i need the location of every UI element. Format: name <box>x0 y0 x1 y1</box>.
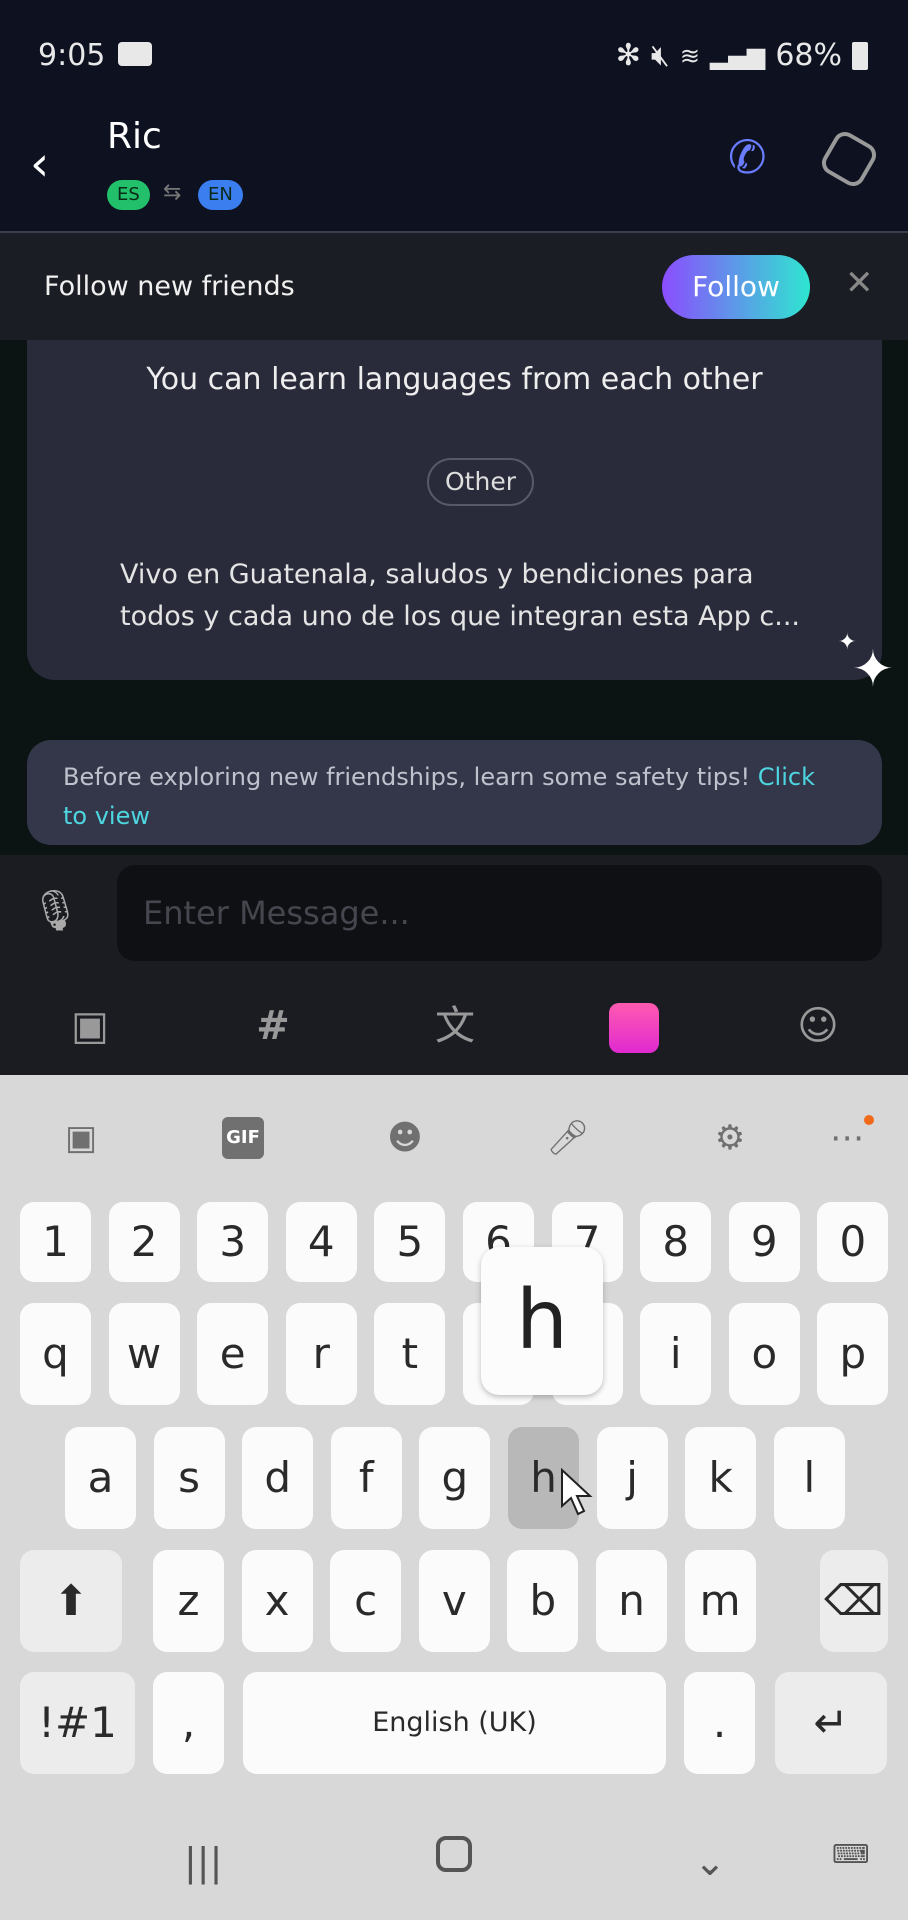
key-p[interactable]: p <box>817 1303 889 1405</box>
mic-icon[interactable]: 🎤︎ <box>543 1113 593 1163</box>
follow-text: Follow new friends <box>44 271 295 302</box>
key-z[interactable]: z <box>153 1550 224 1652</box>
key-s[interactable]: s <box>153 1427 225 1529</box>
key-2[interactable]: 2 <box>108 1202 180 1282</box>
chat-area: You can learn languages from each other … <box>0 340 908 855</box>
status-time: 9:05 <box>38 38 106 73</box>
key-3[interactable]: 3 <box>197 1202 269 1282</box>
battery-percent: 68% <box>775 38 842 73</box>
interest-chip: Other <box>427 458 534 506</box>
gif-icon[interactable]: GIF <box>222 1117 264 1159</box>
chat-header: ‹ Ric ES ⇆ EN ✆ <box>0 100 908 233</box>
follow-button[interactable]: Follow <box>662 255 810 319</box>
sticker-icon[interactable]: ▣ <box>56 1113 106 1163</box>
signal-icon: ▂▄▆ <box>709 41 766 70</box>
comma-key[interactable]: , <box>153 1672 224 1774</box>
status-bar: 9:05 ✻ 🔇︎ ≋ ▂▄▆ 68% <box>0 0 908 100</box>
key-0[interactable]: 0 <box>817 1202 889 1282</box>
settings-icon[interactable] <box>817 127 881 191</box>
backspace-key[interactable]: ⌫ <box>820 1550 888 1652</box>
key-preview-popup: h <box>481 1247 603 1395</box>
nav-bar: ||| ⌄ ⌨ <box>0 1810 908 1920</box>
hashtag-icon[interactable]: # <box>245 998 301 1054</box>
key-w[interactable]: w <box>108 1303 180 1405</box>
key-r[interactable]: r <box>285 1303 357 1405</box>
mute-icon: 🔇︎ <box>650 38 670 73</box>
safety-text: Before exploring new friendships, learn … <box>63 763 758 791</box>
home-icon[interactable] <box>436 1836 472 1872</box>
key-4[interactable]: 4 <box>285 1202 357 1282</box>
card-title: You can learn languages from each other <box>146 362 763 397</box>
profile-card: You can learn languages from each other … <box>27 340 882 680</box>
key-8[interactable]: 8 <box>640 1202 712 1282</box>
gift-icon[interactable] <box>609 1003 659 1053</box>
call-icon[interactable]: ✆ <box>728 130 767 184</box>
message-input[interactable] <box>117 865 882 961</box>
key-t[interactable]: t <box>374 1303 446 1405</box>
wifi-icon: ≋ <box>679 41 700 70</box>
hide-keyboard-icon[interactable]: ⌄ <box>694 1840 726 1884</box>
key-n[interactable]: n <box>596 1550 667 1652</box>
key-c[interactable]: c <box>330 1550 402 1652</box>
key-j[interactable]: j <box>596 1427 668 1529</box>
bluetooth-icon: ✻ <box>615 38 641 73</box>
lang-badge-from: ES <box>107 180 150 210</box>
key-o[interactable]: o <box>728 1303 800 1405</box>
mouse-cursor-icon <box>561 1468 593 1516</box>
notification-dot <box>864 1115 874 1125</box>
battery-icon <box>852 41 868 70</box>
follow-banner: Follow new friends Follow ✕ <box>0 233 908 340</box>
period-key[interactable]: . <box>684 1672 755 1774</box>
symbols-key[interactable]: !#1 <box>20 1672 135 1774</box>
key-i[interactable]: i <box>640 1303 712 1405</box>
translate-icon[interactable]: 文 <box>427 998 483 1054</box>
key-g[interactable]: g <box>419 1427 491 1529</box>
key-e[interactable]: e <box>197 1303 269 1405</box>
lang-badge-to: EN <box>198 180 243 210</box>
key-f[interactable]: f <box>330 1427 402 1529</box>
profile-bio: Vivo en Guatenala, saludos y bendiciones… <box>120 559 801 632</box>
space-key[interactable]: English (UK) <box>243 1672 666 1774</box>
voice-icon[interactable]: 🎙︎ <box>30 887 81 934</box>
safety-tip: Before exploring new friendships, learn … <box>27 740 882 845</box>
key-a[interactable]: a <box>65 1427 136 1529</box>
contact-name: Ric <box>107 116 162 157</box>
gear-icon[interactable]: ⚙ <box>705 1113 755 1163</box>
key-1[interactable]: 1 <box>20 1202 91 1282</box>
key-9[interactable]: 9 <box>728 1202 800 1282</box>
key-5[interactable]: 5 <box>374 1202 446 1282</box>
back-icon[interactable]: ‹ <box>30 136 49 192</box>
key-q[interactable]: q <box>20 1303 91 1405</box>
emoji-icon[interactable]: ☻ <box>380 1113 430 1163</box>
video-record-icon <box>118 42 152 66</box>
recent-apps-icon[interactable]: ||| <box>184 1840 222 1884</box>
key-l[interactable]: l <box>773 1427 845 1529</box>
key-d[interactable]: d <box>242 1427 314 1529</box>
key-k[interactable]: k <box>685 1427 757 1529</box>
sticker-icon[interactable]: ☺ <box>790 998 846 1054</box>
sparkle-icon: ✦ <box>852 640 894 698</box>
close-icon[interactable]: ✕ <box>845 263 874 303</box>
key-v[interactable]: v <box>418 1550 490 1652</box>
image-icon[interactable]: ▣ <box>62 998 118 1054</box>
keyboard-switch-icon[interactable]: ⌨ <box>832 1840 870 1870</box>
key-x[interactable]: x <box>241 1550 313 1652</box>
shift-key[interactable]: ⬆ <box>20 1550 122 1652</box>
composer: 🎙︎ ▣ # 文 ☺ <box>0 855 908 1075</box>
key-m[interactable]: m <box>684 1550 756 1652</box>
enter-key[interactable]: ↵ <box>775 1672 887 1774</box>
key-b[interactable]: b <box>507 1550 579 1652</box>
swap-icon: ⇆ <box>163 180 182 205</box>
